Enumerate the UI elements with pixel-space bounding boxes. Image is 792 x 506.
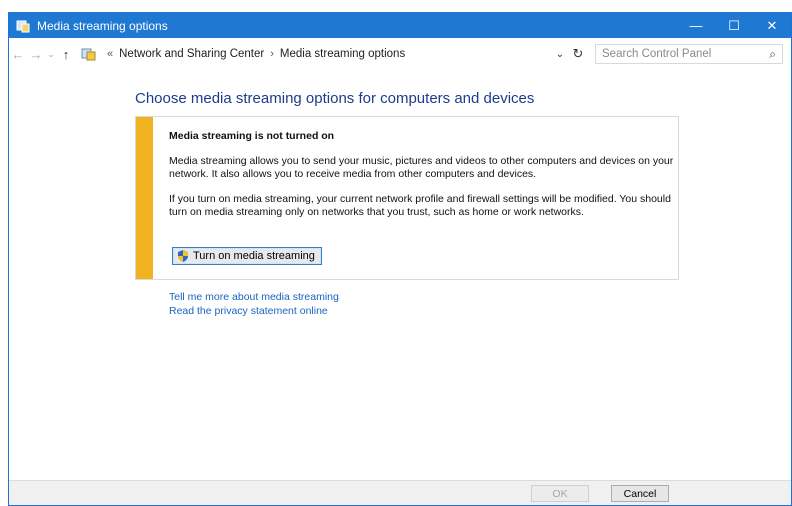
warning-stripe [136, 117, 153, 279]
up-button[interactable]: ↑ [57, 44, 75, 64]
notice-title: Media streaming is not turned on [169, 130, 335, 142]
address-dropdown-button[interactable]: ⌄ [551, 44, 569, 64]
notice-description: Media streaming allows you to send your … [169, 155, 674, 180]
search-icon[interactable]: ⌕ [769, 47, 776, 62]
media-streaming-window: Media streaming options — ☐ ✕ ← → ⌄ ↑ « … [8, 12, 792, 506]
notice-body: Media streaming is not turned on Media s… [169, 130, 674, 231]
help-links: Tell me more about media streaming Read … [169, 290, 339, 318]
breadcrumb-network-and-sharing-center[interactable]: Network and Sharing Center [119, 48, 264, 60]
ok-button[interactable]: OK [531, 485, 589, 502]
breadcrumb-overflow[interactable]: « [107, 48, 113, 60]
turn-on-media-streaming-label: Turn on media streaming [193, 250, 315, 262]
shield-icon [178, 250, 188, 262]
recent-locations-button[interactable]: ⌄ [45, 44, 57, 64]
breadcrumb-separator[interactable]: › [270, 48, 274, 60]
forward-button[interactable]: → [27, 44, 45, 64]
refresh-icon[interactable]: ↻ [569, 44, 587, 64]
search-placeholder: Search Control Panel [602, 48, 712, 60]
window-controls: — ☐ ✕ [677, 13, 791, 38]
control-panel-icon [16, 20, 30, 32]
minimize-button[interactable]: — [677, 13, 715, 38]
close-button[interactable]: ✕ [753, 13, 791, 38]
address-bar: ← → ⌄ ↑ « Network and Sharing Center › M… [9, 38, 791, 70]
title-bar: Media streaming options — ☐ ✕ [9, 13, 791, 38]
dialog-footer: OK Cancel [9, 480, 791, 505]
notice-panel: Media streaming is not turned on Media s… [135, 116, 679, 280]
privacy-statement-link[interactable]: Read the privacy statement online [169, 304, 339, 318]
window-title: Media streaming options [37, 18, 168, 33]
breadcrumb-media-streaming-options[interactable]: Media streaming options [280, 48, 405, 60]
page-title: Choose media streaming options for compu… [135, 90, 535, 107]
maximize-button[interactable]: ☐ [715, 13, 753, 38]
breadcrumb[interactable]: « Network and Sharing Center › Media str… [81, 43, 551, 65]
back-button[interactable]: ← [9, 44, 27, 64]
cancel-button[interactable]: Cancel [611, 485, 669, 502]
notice-warning: If you turn on media streaming, your cur… [169, 193, 671, 218]
turn-on-media-streaming-button[interactable]: Turn on media streaming [172, 247, 322, 265]
control-panel-icon [81, 48, 96, 61]
search-input[interactable]: Search Control Panel ⌕ [595, 44, 783, 64]
tell-me-more-link[interactable]: Tell me more about media streaming [169, 290, 339, 304]
